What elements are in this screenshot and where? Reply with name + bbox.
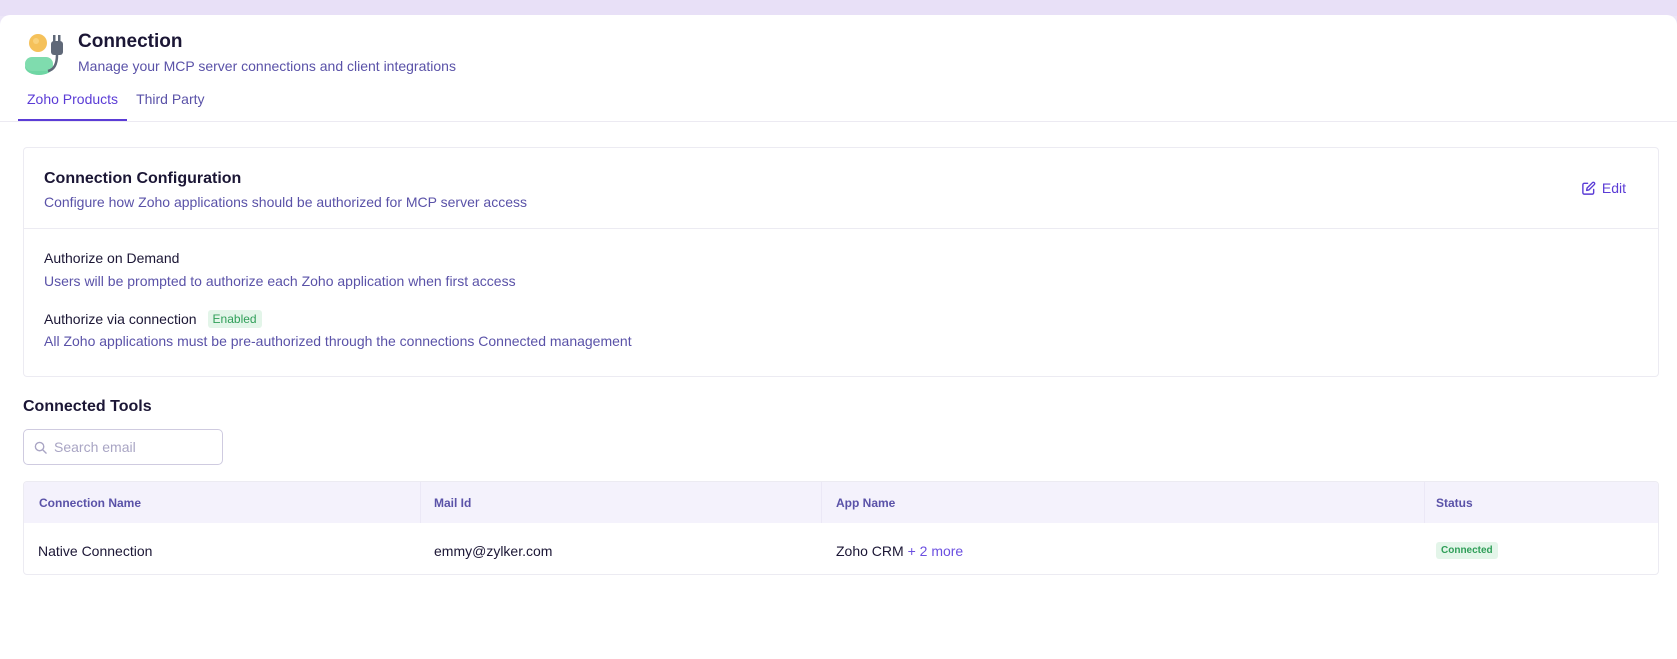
column-header-mail-id: Mail Id [434, 496, 472, 510]
search-box[interactable] [23, 429, 223, 465]
tab-divider [0, 121, 1677, 122]
column-divider [420, 482, 421, 523]
column-divider [821, 482, 822, 523]
option-title-text: Authorize via connection [44, 311, 197, 327]
option-authorize-via-connection-desc: All Zoho applications must be pre-author… [44, 333, 632, 349]
column-header-connection-name: Connection Name [39, 496, 142, 510]
page-subtitle: Manage your MCP server connections and c… [78, 58, 456, 74]
tab-bar: Zoho Products Third Party [18, 89, 214, 121]
edit-label: Edit [1601, 180, 1626, 196]
column-divider [1424, 482, 1425, 523]
option-authorize-via-connection-title: Authorize via connection Enabled [44, 310, 262, 328]
table-header: Connection Name Mail Id App Name Status [24, 482, 1658, 523]
connected-tools-title: Connected Tools [23, 398, 152, 415]
connection-config-card: Connection Configuration Configure how Z… [23, 147, 1659, 377]
cell-app-name: Zoho CRM + 2 more [836, 543, 963, 559]
tab-third-party[interactable]: Third Party [127, 89, 213, 121]
option-authorize-on-demand-desc: Users will be prompted to authorize each… [44, 273, 516, 289]
status-badge: Connected [1436, 542, 1498, 559]
config-subtitle: Configure how Zoho applications should b… [44, 194, 527, 210]
option-title-text: Authorize on Demand [44, 250, 180, 266]
config-divider [24, 228, 1658, 229]
option-authorize-on-demand-title: Authorize on Demand [44, 250, 179, 266]
header-text: Connection Manage your MCP server connec… [78, 29, 456, 74]
more-apps-link[interactable]: + 2 more [908, 543, 964, 559]
connected-tools-table: Connection Name Mail Id App Name Status … [23, 481, 1659, 575]
app-name-text: Zoho CRM [836, 543, 904, 559]
window-top-strip [0, 0, 1677, 16]
edit-button[interactable]: Edit [1581, 180, 1626, 196]
cell-connection-name: Native Connection [38, 543, 153, 559]
edit-icon [1582, 181, 1596, 195]
connection-page: Connection Manage your MCP server connec… [0, 15, 1677, 659]
user-plug-icon [22, 29, 68, 75]
tab-zoho-products[interactable]: Zoho Products [18, 89, 128, 121]
enabled-badge: Enabled [207, 310, 262, 328]
page-header: Connection Manage your MCP server connec… [22, 29, 456, 75]
search-input[interactable] [54, 439, 204, 455]
column-header-app-name: App Name [836, 496, 896, 510]
page-title: Connection [78, 31, 183, 52]
cell-mail-id: emmy@zylker.com [434, 543, 553, 559]
search-icon [34, 441, 47, 454]
config-title: Connection Configuration [44, 170, 242, 187]
column-header-status: Status [1436, 496, 1473, 510]
